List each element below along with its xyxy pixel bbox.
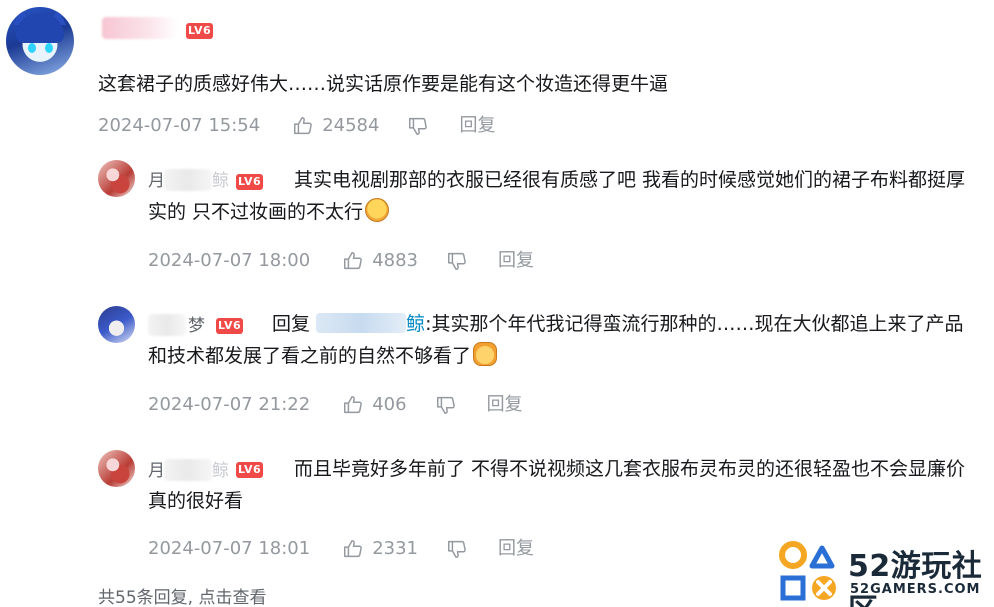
thumb-down-icon bbox=[448, 540, 466, 558]
reply2-avatar[interactable] bbox=[98, 306, 135, 343]
root-meta-row: 2024-07-07 15:54 24584 回复 bbox=[98, 115, 495, 137]
root-username-blurred[interactable] bbox=[102, 17, 178, 39]
thumb-up-icon bbox=[344, 396, 363, 414]
root-comment-text: 这套裙子的质感好伟大……说实话原作要是能有这个妆造还得更牛逼 bbox=[98, 73, 669, 95]
watermark-subtitle: 52GAMERS.COM bbox=[850, 582, 981, 597]
root-reply-button[interactable]: 回复 bbox=[459, 115, 495, 137]
reply1-dislike-button[interactable] bbox=[446, 250, 468, 272]
reply2-like-button[interactable]: 406 bbox=[342, 394, 407, 416]
reply2-date: 2024-07-07 21:22 bbox=[148, 394, 311, 415]
reply1-like-count: 4883 bbox=[372, 250, 419, 271]
thumb-up-icon bbox=[344, 252, 363, 270]
reply3-meta-row: 2024-07-07 18:01 2331 回复 bbox=[148, 538, 534, 560]
reply2-text: 回复 鲸:其实那个年代我记得蛮流行那种的……现在大伙都追上来了产品和技术都发展了… bbox=[148, 313, 964, 367]
thumb-down-icon bbox=[436, 396, 455, 414]
reply3-text: 而且毕竟好多年前了 不得不说视频这几套衣服布灵布灵的还很轻盈也不会显廉价 真的很… bbox=[148, 458, 966, 512]
root-like-count: 24584 bbox=[322, 115, 380, 136]
root-dislike-button[interactable] bbox=[407, 115, 429, 137]
watermark-logo-icon bbox=[779, 541, 836, 601]
reply3-like-button[interactable]: 2331 bbox=[342, 538, 418, 560]
reply3-dislike-button[interactable] bbox=[446, 538, 468, 560]
view-all-replies-link[interactable]: 共55条回复, 点击查看 bbox=[98, 583, 266, 607]
cat-emoji-icon bbox=[473, 342, 498, 366]
laughing-emoji-icon bbox=[365, 198, 390, 222]
root-level-badge: LV6 bbox=[186, 23, 214, 39]
watermark-title: 52游玩社区 bbox=[848, 549, 983, 607]
reply1-reply-button[interactable]: 回复 bbox=[498, 250, 534, 272]
root-like-button[interactable]: 24584 bbox=[292, 115, 379, 137]
reply1-like-button[interactable]: 4883 bbox=[342, 250, 418, 272]
root-date: 2024-07-07 15:54 bbox=[98, 115, 261, 136]
reply3-date: 2024-07-07 18:01 bbox=[148, 538, 311, 559]
reply2-meta-row: 2024-07-07 21:22 406 回复 bbox=[148, 394, 523, 416]
reply1-date: 2024-07-07 18:00 bbox=[148, 250, 311, 271]
thumb-up-icon bbox=[294, 117, 313, 135]
reply2-reply-button[interactable]: 回复 bbox=[487, 394, 523, 416]
reply3-reply-button[interactable]: 回复 bbox=[498, 538, 534, 560]
reply1-text: 其实电视剧那部的衣服已经很有质感了吧 我看的时候感觉她们的裙子布料都挺厚实的 只… bbox=[148, 169, 966, 223]
reply2-like-count: 406 bbox=[372, 394, 407, 415]
reply2-reply-prefix: 回复 bbox=[272, 313, 311, 335]
thumb-down-icon bbox=[448, 252, 466, 270]
reply3-avatar[interactable] bbox=[98, 450, 135, 487]
reply1-meta-row: 2024-07-07 18:00 4883 回复 bbox=[148, 250, 534, 272]
reply2-dislike-button[interactable] bbox=[435, 394, 457, 416]
thumb-down-icon bbox=[409, 117, 428, 135]
thumb-up-icon bbox=[344, 540, 363, 558]
root-avatar[interactable] bbox=[6, 7, 74, 75]
reply2-mention[interactable]: 鲸 bbox=[316, 313, 425, 335]
reply3-like-count: 2331 bbox=[372, 538, 419, 559]
reply1-avatar[interactable] bbox=[98, 160, 135, 197]
